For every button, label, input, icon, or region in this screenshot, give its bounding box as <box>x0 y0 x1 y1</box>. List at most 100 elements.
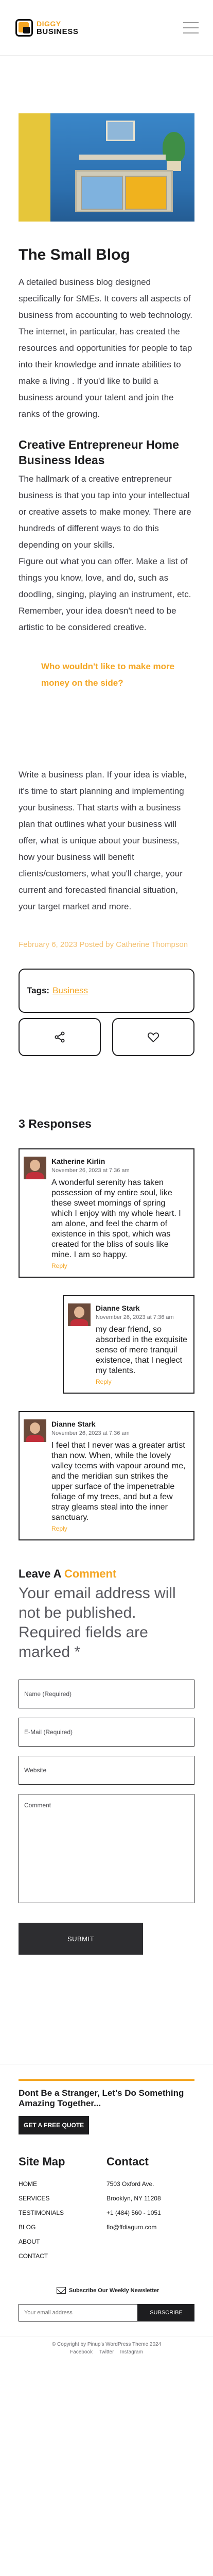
menu-line <box>183 27 199 28</box>
comment-author: Katherine Kirlin <box>51 1157 105 1165</box>
section-body: The hallmark of a creative entrepreneur … <box>19 471 194 636</box>
sitemap-link[interactable]: HOME <box>19 2177 106 2191</box>
page: DIGGY BUSINESS The Small Blog A detailed… <box>0 0 213 2359</box>
closing-text: Write a business plan. If your idea is v… <box>19 770 187 911</box>
menu-line <box>183 32 199 33</box>
cta-strip: Dont Be a Stranger, Let's Do Something A… <box>19 2079 194 2134</box>
intro-paragraph: A detailed business blog designed specif… <box>19 277 192 320</box>
reply-link[interactable]: Reply <box>96 1378 187 1385</box>
menu-line <box>183 22 199 23</box>
share-button[interactable] <box>19 1018 101 1056</box>
closing-paragraph: Write a business plan. If your idea is v… <box>19 767 194 915</box>
logo-bottom: BUSINESS <box>37 27 79 36</box>
logo-text: DIGGY BUSINESS <box>37 20 79 36</box>
comment: Dianne Stark November 26, 2023 at 7:36 a… <box>19 1411 194 1540</box>
comment-author: Dianne Stark <box>96 1304 140 1312</box>
post-meta: February 6, 2023 Posted by Catherine Tho… <box>19 940 188 949</box>
comment-date: November 26, 2023 at 7:36 am <box>51 1430 130 1436</box>
cta-title: Dont Be a Stranger, Let's Do Something A… <box>19 2088 184 2108</box>
hero-image <box>19 113 194 222</box>
submit-button[interactable]: SUBMIT <box>19 1923 143 1955</box>
site-header: DIGGY BUSINESS <box>0 0 213 56</box>
contact-phone[interactable]: +1 (484) 560 - 1051 <box>106 2206 194 2220</box>
post-actions <box>19 1018 194 1056</box>
copyright-text: © Copyright by Pinup's WordPress Theme 2… <box>51 2342 162 2347</box>
name-field[interactable] <box>19 1680 194 1708</box>
sitemap-title: Site Map <box>19 2155 65 2168</box>
like-button[interactable] <box>112 1018 194 1056</box>
contact-title: Contact <box>106 2155 149 2168</box>
contact-line: Brooklyn, NY 11208 <box>106 2195 161 2202</box>
post-intro: A detailed business blog designed specif… <box>19 274 194 422</box>
reply-link[interactable]: Reply <box>51 1525 187 1532</box>
sitemap-link[interactable]: ABOUT <box>19 2234 106 2249</box>
pull-quote: Who wouldn't like to make more money on … <box>41 662 175 688</box>
comment-body: Dianne Stark November 26, 2023 at 7:36 a… <box>96 1303 187 1385</box>
email-field[interactable] <box>19 1718 194 1747</box>
hero-frame <box>106 121 135 141</box>
contact-email[interactable]: flo@ffdiaguro.com <box>106 2220 194 2234</box>
copyright-bar: © Copyright by Pinup's WordPress Theme 2… <box>0 2336 213 2359</box>
avatar <box>24 1419 46 1442</box>
leave-title-accent: Comment <box>64 1567 117 1580</box>
logo-icon <box>15 19 33 37</box>
heart-icon <box>148 1032 159 1043</box>
comment: Dianne Stark November 26, 2023 at 7:36 a… <box>63 1295 194 1394</box>
sitemap-list: HOME SERVICES TESTIMONIALS BLOG ABOUT CO… <box>19 2177 106 2263</box>
newsletter-form: SUBSCRIBE <box>19 2304 194 2321</box>
newsletter-heading: Subscribe Our Weekly Newsletter <box>57 2287 194 2294</box>
cta-block: Dont Be a Stranger, Let's Do Something A… <box>19 2088 194 2134</box>
comment-text: I feel that I never was a greater artist… <box>51 1441 186 1522</box>
comment-author: Dianne Stark <box>51 1420 96 1428</box>
contact-column: Contact 7503 Oxford Ave. Brooklyn, NY 11… <box>106 2155 194 2263</box>
section-paragraph: The hallmark of a creative entrepreneur … <box>19 474 191 550</box>
contact-list: 7503 Oxford Ave. Brooklyn, NY 11208 +1 (… <box>106 2177 194 2234</box>
comment-date: November 26, 2023 at 7:36 am <box>51 1167 130 1174</box>
site-logo[interactable]: DIGGY BUSINESS <box>15 19 79 37</box>
post-title: The Small Blog <box>19 246 130 263</box>
social-link-facebook[interactable]: Facebook <box>70 2349 93 2355</box>
comment-body: Dianne Stark November 26, 2023 at 7:36 a… <box>51 1419 187 1532</box>
comment-body: Katherine Kirlin November 26, 2023 at 7:… <box>51 1157 187 1269</box>
footer-columns: Site Map HOME SERVICES TESTIMONIALS BLOG… <box>19 2155 194 2263</box>
leave-title-prefix: Leave A <box>19 1567 64 1580</box>
tag-link[interactable]: Business <box>52 986 88 996</box>
subscribe-button[interactable]: SUBSCRIBE <box>138 2304 194 2321</box>
website-field[interactable] <box>19 1756 194 1785</box>
comment-date: November 26, 2023 at 7:36 am <box>96 1314 174 1320</box>
section-paragraph: Figure out what you can offer. Make a li… <box>19 556 191 632</box>
social-link-instagram[interactable]: Instagram <box>120 2349 143 2355</box>
avatar <box>68 1303 91 1326</box>
newsletter-email-input[interactable] <box>19 2304 138 2321</box>
hero-pot <box>167 161 181 171</box>
logo-top: DIGGY <box>37 19 61 28</box>
sitemap-link[interactable]: CONTACT <box>19 2249 106 2263</box>
free-quote-button[interactable]: GET A FREE QUOTE <box>19 2116 90 2134</box>
reply-link[interactable]: Reply <box>51 1262 187 1269</box>
social-link-twitter[interactable]: Twitter <box>99 2349 114 2355</box>
site-footer: Dont Be a Stranger, Let's Do Something A… <box>0 2064 213 2359</box>
tags-label: Tags: <box>27 986 50 995</box>
tags-box: Tags: Business <box>19 969 194 1013</box>
leave-comment-title: Leave A Comment <box>19 1567 194 1581</box>
sitemap-link[interactable]: SERVICES <box>19 2191 106 2206</box>
comment-field[interactable] <box>19 1794 194 1903</box>
sitemap-column: Site Map HOME SERVICES TESTIMONIALS BLOG… <box>19 2155 106 2263</box>
contact-line: 7503 Oxford Ave. <box>106 2180 154 2188</box>
responses-title: 3 Responses <box>19 1117 92 1130</box>
hero-yellow-panel <box>19 113 50 222</box>
social-links: Facebook Twitter Instagram <box>0 2349 213 2355</box>
hero-plant <box>163 132 185 163</box>
sitemap-link[interactable]: BLOG <box>19 2220 106 2234</box>
hero-shelf <box>79 155 166 160</box>
comment: Katherine Kirlin November 26, 2023 at 7:… <box>19 1148 194 1278</box>
intro-paragraph: The internet, in particular, has created… <box>19 327 192 419</box>
share-icon <box>55 1031 65 1043</box>
avatar <box>24 1157 46 1179</box>
section-heading: Creative Entrepreneur Home Business Idea… <box>19 438 179 467</box>
email-notice: Your email address will not be published… <box>19 1585 176 1660</box>
menu-icon[interactable] <box>183 22 199 33</box>
sitemap-link[interactable]: TESTIMONIALS <box>19 2206 106 2220</box>
comment-text: my dear friend, so absorbed in the exqui… <box>96 1325 187 1375</box>
